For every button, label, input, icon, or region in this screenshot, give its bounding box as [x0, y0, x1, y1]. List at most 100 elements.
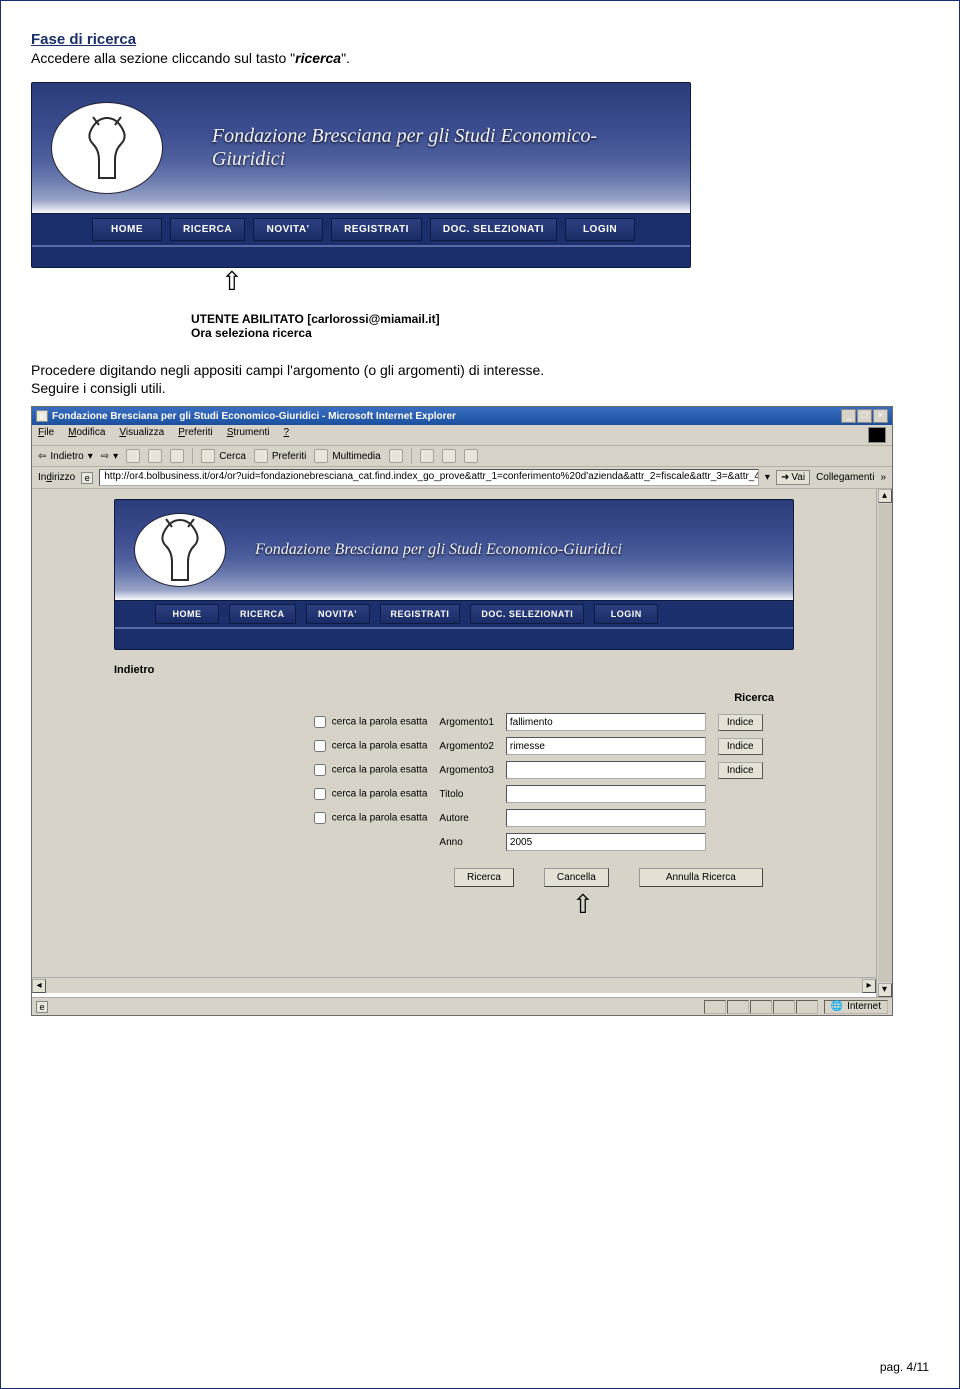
document-page: Fase di ricerca Accedere alla sezione cl…: [0, 0, 960, 1389]
minimize-button[interactable]: _: [841, 409, 856, 423]
cancella-button[interactable]: Cancella: [544, 868, 609, 887]
row-argomento3: cerca la parola esatta Argomento3 Indice: [304, 758, 769, 782]
search-button[interactable]: Cerca: [201, 449, 246, 463]
menu-preferiti[interactable]: Preferiti: [178, 427, 212, 443]
arrow-left-icon: ⇦: [38, 451, 46, 462]
scroll-down-icon[interactable]: ▾: [878, 983, 892, 997]
back-link[interactable]: Indietro: [114, 664, 794, 676]
ie-content: Fondazione Bresciana per gli Studi Econo…: [32, 489, 876, 997]
maximize-button[interactable]: □: [857, 409, 872, 423]
label-titolo: Titolo: [433, 782, 499, 806]
ie-app-icon: e: [36, 410, 48, 422]
horizontal-scrollbar[interactable]: ◂ ▸: [32, 977, 876, 993]
exact-label: cerca la parola esatta: [332, 789, 428, 800]
forward-button[interactable]: ⇨ ▾: [101, 451, 118, 462]
nav-novita[interactable]: NOVITA': [253, 218, 323, 241]
menu-help[interactable]: ?: [284, 427, 290, 443]
indice-button-1[interactable]: Indice: [718, 714, 763, 731]
media-button[interactable]: Multimedia: [314, 449, 380, 463]
indice-button-3[interactable]: Indice: [718, 762, 763, 779]
goat-logo-icon: [150, 515, 210, 585]
ricerca-button[interactable]: Ricerca: [454, 868, 514, 887]
menu-strumenti[interactable]: Strumenti: [227, 427, 270, 443]
ie-menubar: File Modifica Visualizza Preferiti Strum…: [32, 425, 892, 446]
indice-button-2[interactable]: Indice: [718, 738, 763, 755]
instruction-3: Seguire i consigli utili.: [31, 380, 929, 396]
edit-icon[interactable]: [464, 449, 478, 463]
menu-modifica[interactable]: Modifica: [68, 427, 105, 443]
nav-doc-selezionati[interactable]: DOC. SELEZIONATI: [430, 218, 557, 241]
go-button[interactable]: ➜ Vai: [776, 470, 810, 485]
back-button[interactable]: ⇦ Indietro ▾: [38, 451, 93, 462]
inner-nav-home[interactable]: HOME: [155, 604, 219, 624]
inner-nav-login[interactable]: LOGIN: [594, 604, 658, 624]
section-title: Fase di ricerca: [31, 31, 929, 48]
zone-label: Internet: [847, 1001, 881, 1012]
input-argomento3[interactable]: [506, 761, 706, 779]
intro-emphasis: ricerca: [295, 50, 341, 66]
exact-checkbox-2[interactable]: [314, 740, 326, 752]
chevron-down-icon: ▾: [88, 451, 93, 462]
nav-home[interactable]: HOME: [92, 218, 162, 241]
row-anno: Anno: [304, 830, 769, 854]
menu-visualizza[interactable]: Visualizza: [119, 427, 164, 443]
scroll-right-icon[interactable]: ▸: [862, 979, 876, 993]
label-autore: Autore: [433, 806, 499, 830]
go-label: Vai: [791, 472, 805, 483]
input-argomento1[interactable]: [506, 713, 706, 731]
inner-logo-oval: [135, 514, 225, 586]
inner-nav-novita[interactable]: NOVITA': [306, 604, 370, 624]
row-argomento2: cerca la parola esatta Argomento2 Indice: [304, 734, 769, 758]
address-input[interactable]: http://or4.bolbusiness.it/or4/or?uid=fon…: [99, 469, 759, 486]
ie-address-bar: Indirizzo e http://or4.bolbusiness.it/or…: [32, 467, 892, 489]
search-panel: Indietro Ricerca cerca la parola esatta …: [114, 664, 794, 977]
search-icon: [201, 449, 215, 463]
annulla-ricerca-button[interactable]: Annulla Ricerca: [639, 868, 763, 887]
star-icon: [254, 449, 268, 463]
exact-checkbox-1[interactable]: [314, 716, 326, 728]
home-icon[interactable]: [170, 449, 184, 463]
menu-file[interactable]: File: [38, 427, 54, 443]
input-anno[interactable]: [506, 833, 706, 851]
nav-ricerca[interactable]: RICERCA: [170, 218, 245, 241]
links-label[interactable]: Collegamenti: [816, 472, 874, 483]
print-icon[interactable]: [442, 449, 456, 463]
status-cell: [750, 1000, 772, 1014]
banner-header: Fondazione Bresciana per gli Studi Econo…: [32, 83, 690, 213]
nav-registrati[interactable]: REGISTRATI: [331, 218, 422, 241]
exact-checkbox-4[interactable]: [314, 788, 326, 800]
exact-label: cerca la parola esatta: [332, 765, 428, 776]
history-icon[interactable]: [389, 449, 403, 463]
favorites-button[interactable]: Preferiti: [254, 449, 306, 463]
exact-checkbox-5[interactable]: [314, 812, 326, 824]
close-button[interactable]: ×: [873, 409, 888, 423]
status-zone: 🌐 Internet: [824, 1000, 888, 1014]
input-argomento2[interactable]: [506, 737, 706, 755]
brand-title: Fondazione Bresciana per gli Studi Econo…: [212, 125, 670, 171]
inner-nav-ricerca[interactable]: RICERCA: [229, 604, 296, 624]
media-label: Multimedia: [332, 451, 380, 462]
scroll-thumb[interactable]: [878, 504, 892, 982]
media-icon: [314, 449, 328, 463]
mail-icon[interactable]: [420, 449, 434, 463]
chevron-down-icon[interactable]: ▾: [765, 472, 770, 483]
globe-icon: 🌐: [831, 1001, 843, 1012]
banner-footer-strip: [32, 245, 690, 267]
chevron-down-icon: ▾: [113, 451, 118, 462]
input-titolo[interactable]: [506, 785, 706, 803]
exact-checkbox-3[interactable]: [314, 764, 326, 776]
scroll-up-icon[interactable]: ▴: [878, 489, 892, 503]
status-cell: [704, 1000, 726, 1014]
input-autore[interactable]: [506, 809, 706, 827]
inner-nav-registrati[interactable]: REGISTRATI: [380, 604, 461, 624]
inner-nav-doc-selezionati[interactable]: DOC. SELEZIONATI: [470, 604, 584, 624]
nav-login[interactable]: LOGIN: [565, 218, 635, 241]
ricerca-header: Ricerca: [114, 692, 774, 704]
scroll-left-icon[interactable]: ◂: [32, 979, 46, 993]
refresh-icon[interactable]: [148, 449, 162, 463]
arrow-up-icon: ⇧: [572, 891, 794, 917]
stop-icon[interactable]: [126, 449, 140, 463]
vertical-scrollbar[interactable]: ▴ ▾: [876, 489, 892, 997]
status-page-icon: e: [36, 1001, 48, 1013]
status-cell: [727, 1000, 749, 1014]
